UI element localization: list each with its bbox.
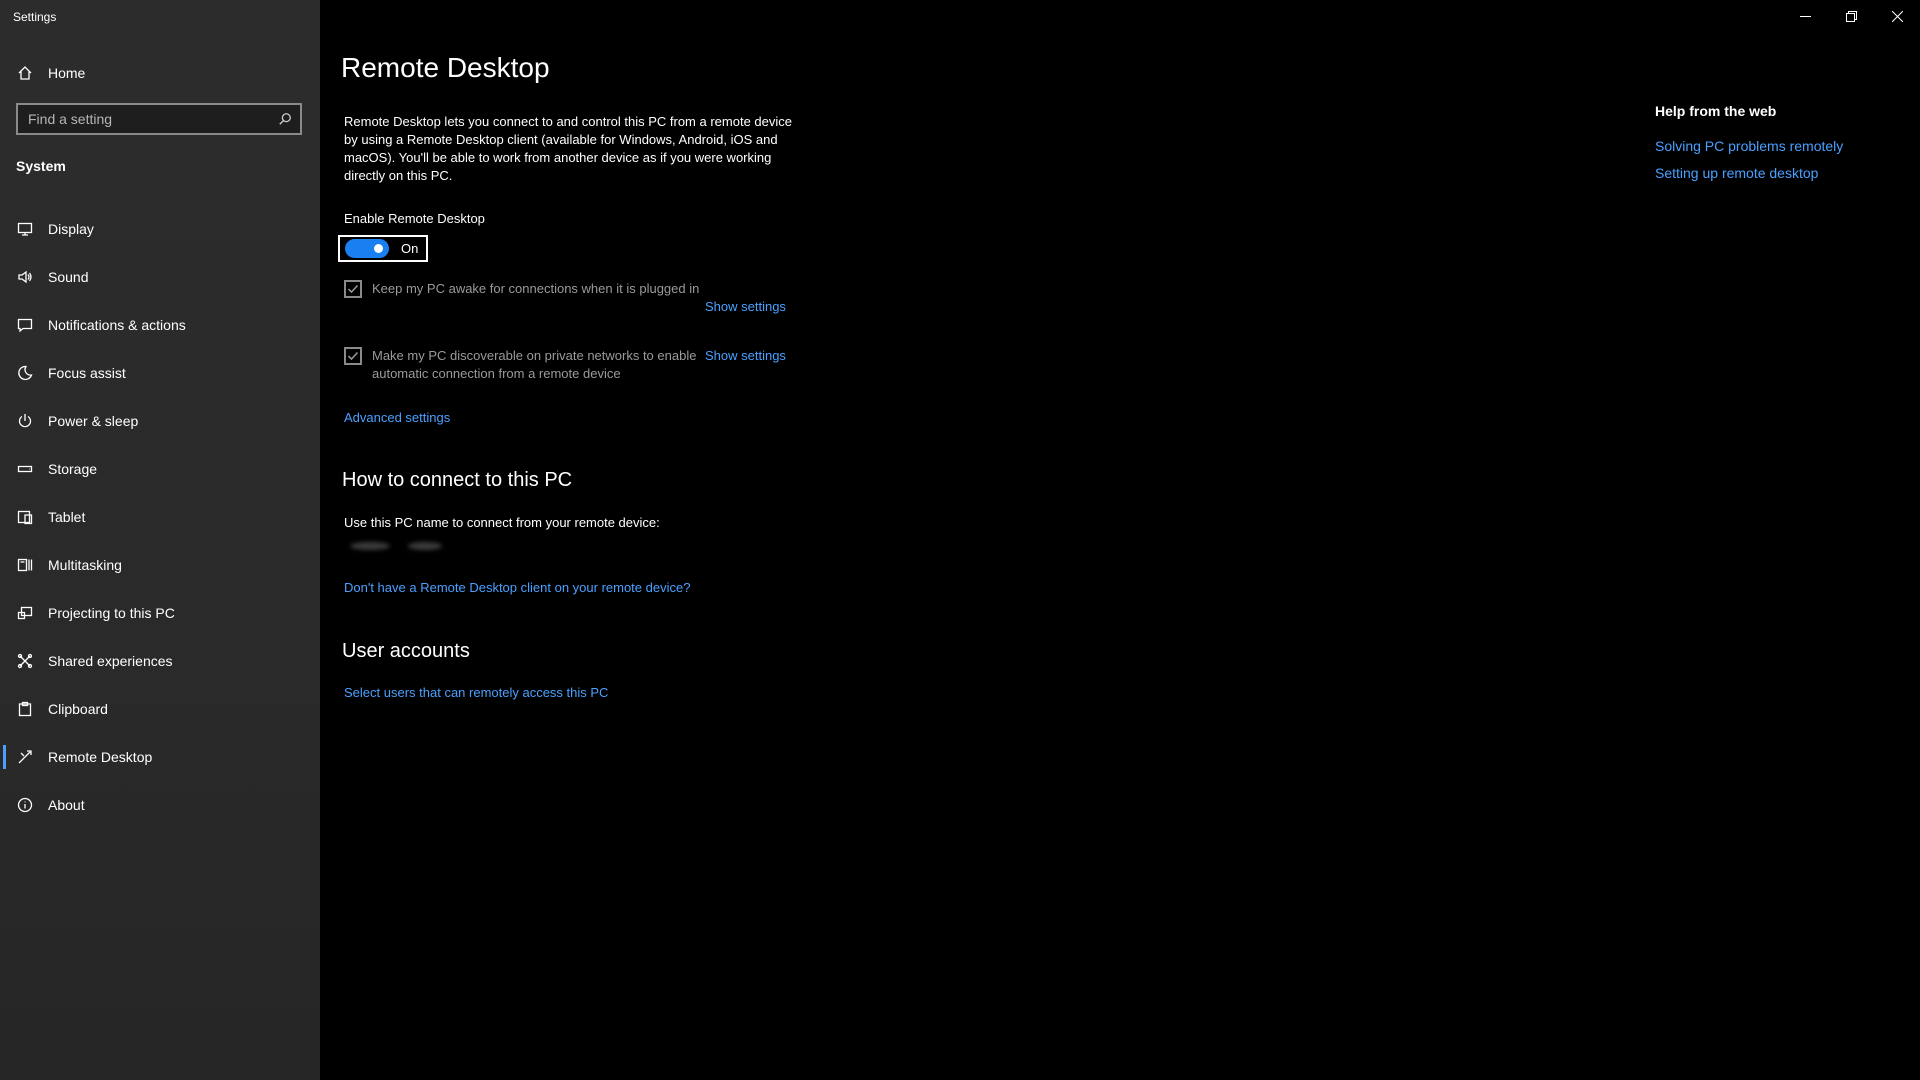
- sidebar-item-projecting[interactable]: Projecting to this PC: [0, 589, 320, 637]
- sidebar-item-label: Display: [48, 221, 94, 237]
- power-icon: [2, 413, 48, 429]
- window-controls: [1782, 0, 1920, 32]
- sidebar-item-about[interactable]: About: [0, 781, 320, 829]
- sidebar-item-tablet[interactable]: Tablet: [0, 493, 320, 541]
- keep-awake-option: Keep my PC awake for connections when it…: [344, 280, 702, 298]
- sidebar-item-label: Shared experiences: [48, 653, 173, 669]
- sidebar-item-label: Remote Desktop: [48, 749, 153, 765]
- keep-awake-show-settings-link[interactable]: Show settings: [705, 299, 786, 314]
- checkmark-icon: [347, 284, 359, 294]
- sidebar-item-label: Sound: [48, 269, 89, 285]
- page-title: Remote Desktop: [341, 52, 550, 83]
- enable-remote-desktop-label: Enable Remote Desktop: [344, 211, 485, 226]
- sidebar-item-home[interactable]: Home: [0, 58, 320, 88]
- discoverable-show-settings-link[interactable]: Show settings: [705, 348, 786, 363]
- checkmark-icon: [347, 351, 359, 361]
- help-link-solving[interactable]: Solving PC problems remotely: [1655, 138, 1843, 154]
- discoverable-checkbox[interactable]: [344, 347, 362, 365]
- sidebar-item-display[interactable]: Display: [0, 205, 320, 253]
- sidebar-item-label: Projecting to this PC: [48, 605, 175, 621]
- sidebar-item-focus-assist[interactable]: Focus assist: [0, 349, 320, 397]
- sidebar-item-label: Clipboard: [48, 701, 108, 717]
- sidebar-item-label: Power & sleep: [48, 413, 139, 429]
- discoverable-text: Make my PC discoverable on private netwo…: [372, 348, 697, 381]
- projector-icon: [2, 605, 48, 621]
- sidebar-item-label: Home: [48, 65, 86, 81]
- minimize-icon: [1799, 15, 1811, 17]
- tablet-icon: [2, 509, 48, 525]
- clipboard-icon: [2, 701, 48, 717]
- section-title: System: [16, 158, 66, 174]
- help-title: Help from the web: [1655, 103, 1777, 119]
- advanced-settings-link[interactable]: Advanced settings: [344, 410, 450, 425]
- restore-icon: [1845, 10, 1857, 22]
- get-client-link[interactable]: Don't have a Remote Desktop client on yo…: [344, 580, 690, 595]
- restore-button[interactable]: [1828, 0, 1874, 32]
- sidebar-item-shared-experiences[interactable]: Shared experiences: [0, 637, 320, 685]
- monitor-icon: [2, 221, 48, 237]
- nav-list: Display Sound Notifications & actions Fo…: [0, 205, 320, 829]
- redacted-blob: [350, 542, 390, 550]
- user-accounts-heading: User accounts: [342, 640, 470, 662]
- info-icon: [2, 797, 48, 813]
- sidebar-item-power-sleep[interactable]: Power & sleep: [0, 397, 320, 445]
- toggle-switch[interactable]: [345, 239, 389, 258]
- remote-desktop-icon: [2, 749, 48, 765]
- discoverable-option: Make my PC discoverable on private netwo…: [344, 347, 702, 383]
- sidebar-item-label: Multitasking: [48, 557, 122, 573]
- moon-icon: [2, 365, 48, 381]
- sidebar-item-notifications[interactable]: Notifications & actions: [0, 301, 320, 349]
- description: Remote Desktop lets you connect to and c…: [344, 114, 792, 183]
- search-icon[interactable]: [270, 112, 300, 126]
- storage-icon: [2, 461, 48, 477]
- sidebar-item-multitasking[interactable]: Multitasking: [0, 541, 320, 589]
- redacted-blob: [408, 542, 442, 550]
- sidebar-item-clipboard[interactable]: Clipboard: [0, 685, 320, 733]
- sidebar-item-label: Tablet: [48, 509, 86, 525]
- multitasking-icon: [2, 557, 48, 573]
- select-users-link[interactable]: Select users that can remotely access th…: [344, 685, 608, 700]
- keep-awake-text: Keep my PC awake for connections when it…: [372, 281, 700, 296]
- sidebar-item-label: About: [48, 797, 85, 813]
- home-icon: [2, 65, 48, 81]
- shared-icon: [2, 653, 48, 669]
- sidebar-item-sound[interactable]: Sound: [0, 253, 320, 301]
- search-input[interactable]: [18, 110, 270, 128]
- connect-heading: How to connect to this PC: [342, 469, 573, 491]
- help-link-setup[interactable]: Setting up remote desktop: [1655, 165, 1818, 181]
- sidebar-item-label: Focus assist: [48, 365, 126, 381]
- sidebar: Settings Home System Display Sound Notif…: [0, 0, 320, 1080]
- sidebar-item-remote-desktop[interactable]: Remote Desktop: [0, 733, 320, 781]
- enable-remote-desktop-toggle[interactable]: On: [338, 235, 428, 262]
- main-content: Remote Desktop Remote Desktop lets you c…: [320, 0, 1920, 1080]
- keep-awake-checkbox[interactable]: [344, 280, 362, 298]
- pc-name-redacted: [350, 542, 442, 550]
- app-title: Settings: [13, 10, 57, 24]
- notification-icon: [2, 317, 48, 333]
- toggle-state-label: On: [401, 241, 419, 256]
- connect-instructions: Use this PC name to connect from your re…: [344, 515, 660, 530]
- search-box[interactable]: [16, 103, 302, 135]
- speaker-icon: [2, 269, 48, 285]
- minimize-button[interactable]: [1782, 0, 1828, 32]
- sidebar-item-label: Storage: [48, 461, 98, 477]
- sidebar-item-label: Notifications & actions: [48, 317, 186, 333]
- close-button[interactable]: [1874, 0, 1920, 32]
- close-icon: [1891, 10, 1903, 22]
- sidebar-item-storage[interactable]: Storage: [0, 445, 320, 493]
